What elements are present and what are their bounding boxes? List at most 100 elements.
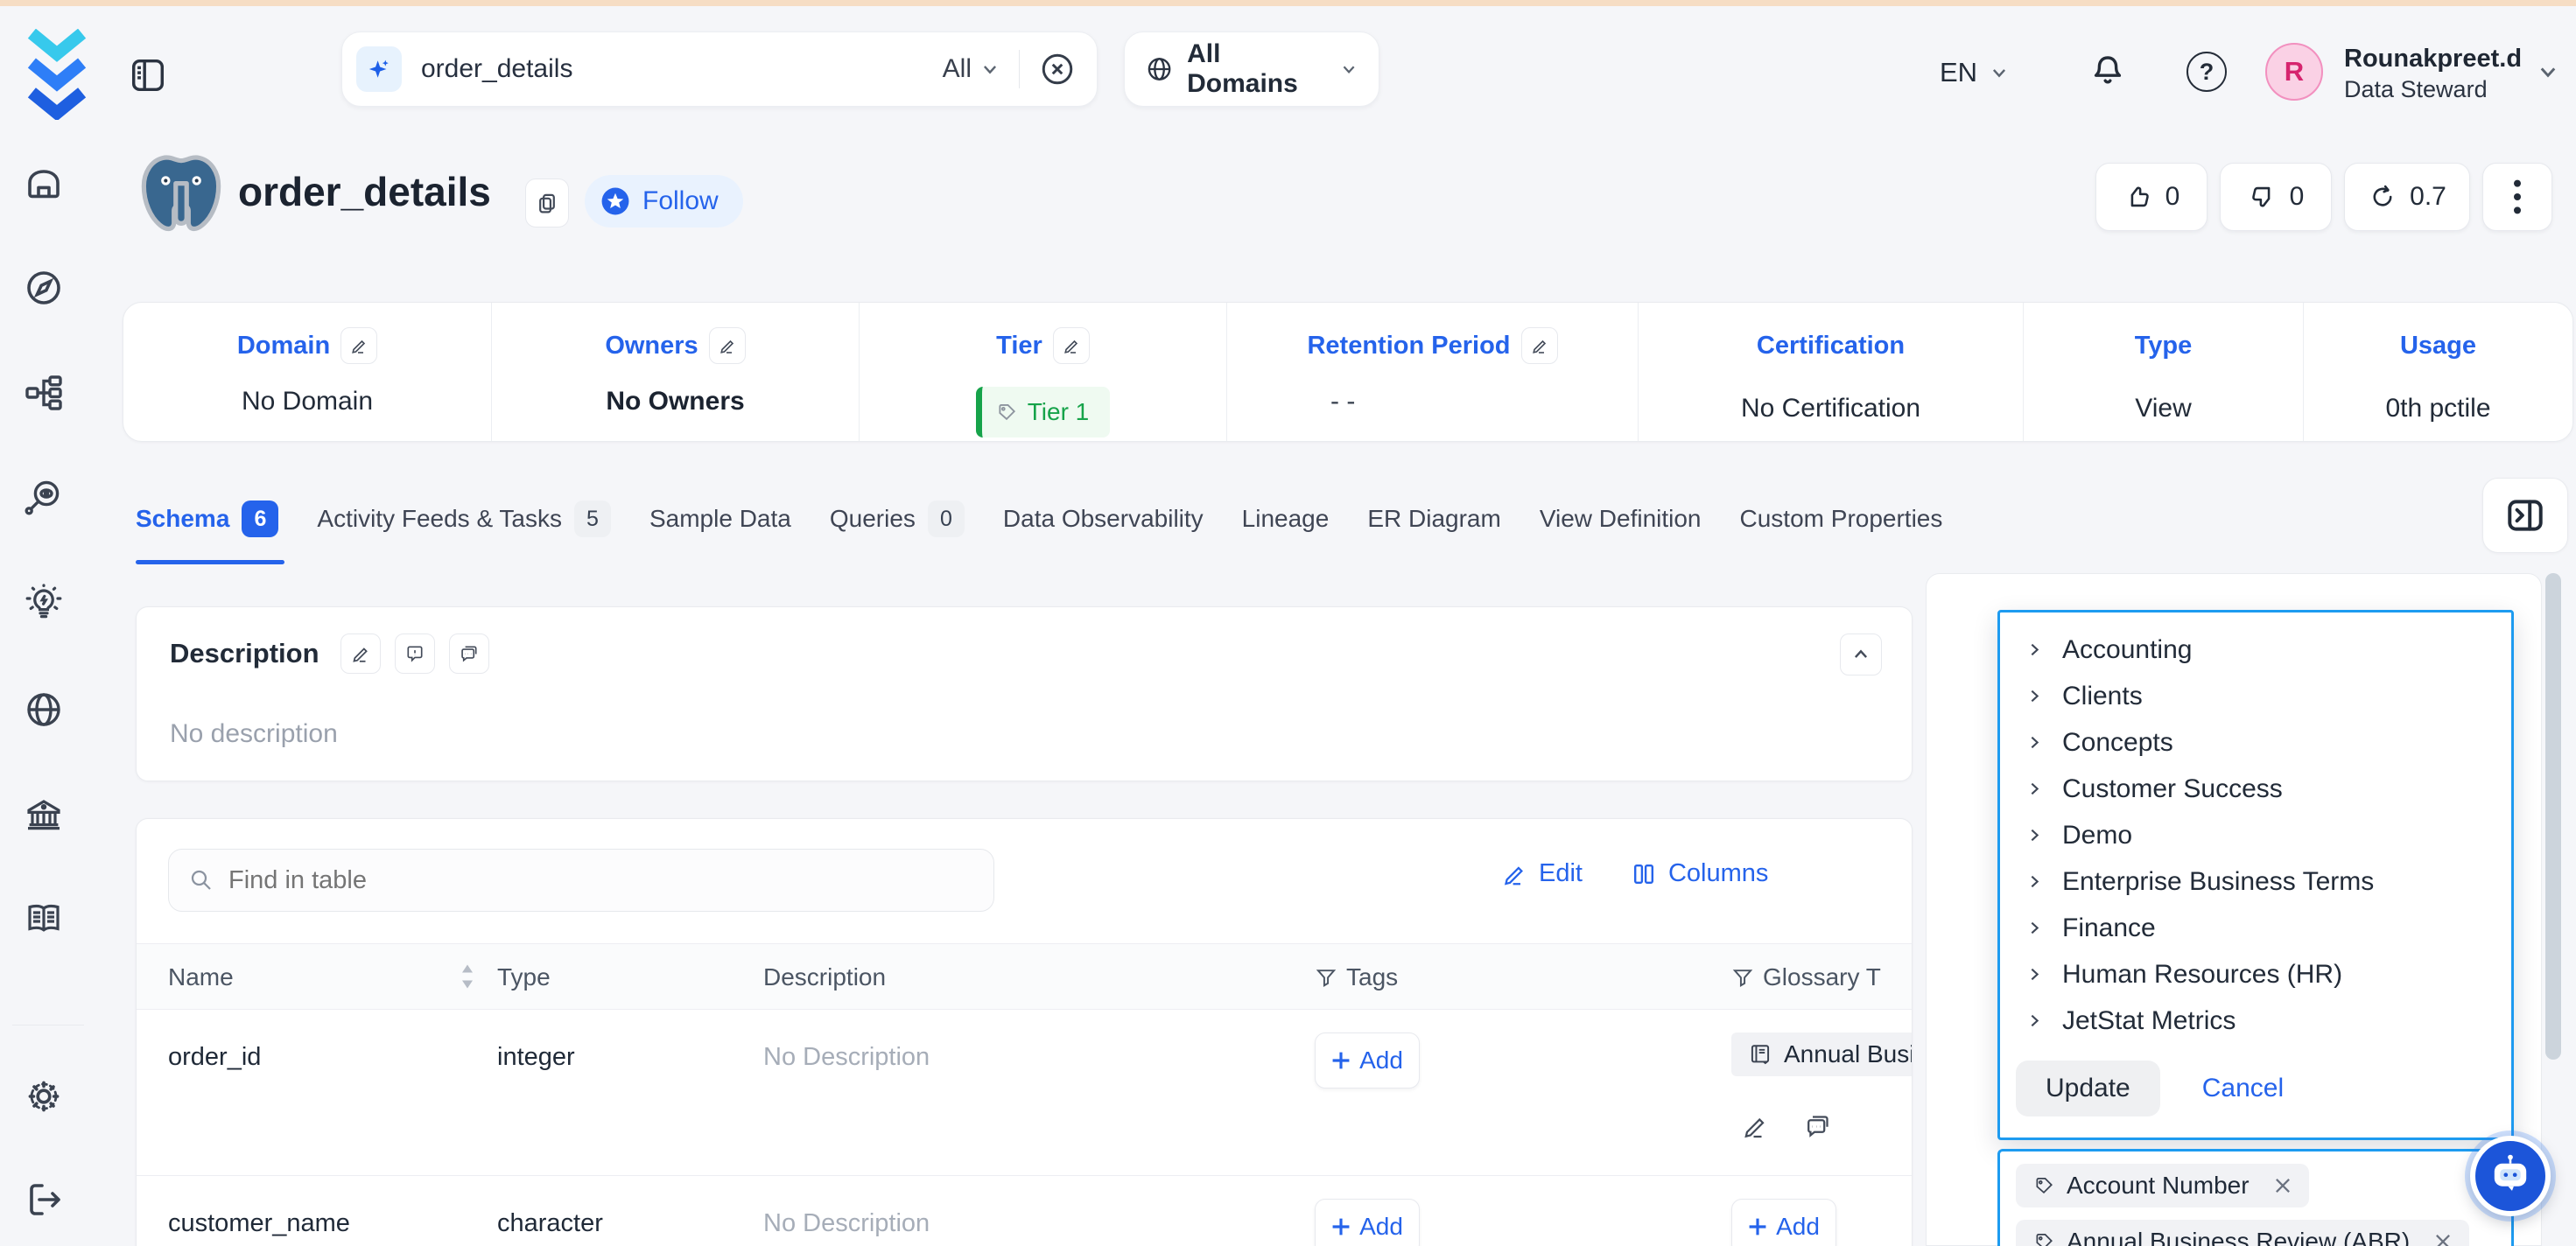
cancel-button[interactable]: Cancel	[2202, 1074, 2284, 1103]
chevron-right-icon	[2026, 873, 2043, 890]
update-button[interactable]: Update	[2016, 1060, 2160, 1116]
popularity-score-button[interactable]: 0.7	[2344, 163, 2470, 231]
collapse-description-button[interactable]	[1840, 634, 1882, 676]
topbar: order_details All All Domains EN ? R Rou…	[0, 6, 2576, 137]
column-header-glossary[interactable]: Glossary T	[1731, 963, 1881, 991]
glossary-node-concepts[interactable]: Concepts	[2000, 719, 2511, 766]
metadata-usage-label[interactable]: Usage	[2400, 332, 2476, 360]
tab-queries[interactable]: Queries 0	[830, 500, 965, 537]
tab-lineage[interactable]: Lineage	[1242, 505, 1330, 533]
table-row[interactable]: order_id integer No Description Add Annu…	[137, 1010, 1913, 1176]
filter-icon[interactable]	[1315, 966, 1337, 989]
edit-cell-icon[interactable]	[1742, 1113, 1768, 1139]
panel-collapse-icon[interactable]	[2503, 494, 2547, 537]
selected-term-chip[interactable]: Annual Business Review (ABR)	[2016, 1220, 2469, 1246]
edit-domain-button[interactable]	[340, 327, 377, 364]
sidebar-item-governance[interactable]	[23, 794, 65, 836]
tab-er-diagram[interactable]: ER Diagram	[1367, 505, 1500, 533]
user-info[interactable]: Rounakpreet.d Data Steward	[2344, 43, 2519, 104]
more-actions-button[interactable]	[2482, 163, 2552, 231]
chevron-right-icon	[2026, 966, 2043, 983]
metadata-owners-label[interactable]: Owners	[605, 332, 698, 360]
glossary-node-clients[interactable]: Clients	[2000, 673, 2511, 719]
sidebar-item-logout[interactable]	[23, 1179, 65, 1221]
glossary-node-customer-success[interactable]: Customer Success	[2000, 766, 2511, 812]
tab-schema[interactable]: Schema 6	[136, 500, 278, 537]
metadata-certification-label[interactable]: Certification	[1757, 332, 1905, 360]
tab-custom-properties[interactable]: Custom Properties	[1740, 505, 1943, 533]
edit-description-button[interactable]	[340, 634, 381, 674]
metadata-owners: Owners No Owners	[491, 303, 859, 441]
glossary-node-demo[interactable]: Demo	[2000, 812, 2511, 858]
glossary-node-accounting[interactable]: Accounting	[2000, 626, 2511, 673]
follow-button[interactable]: Follow	[585, 175, 743, 228]
sidebar-toggle-icon[interactable]	[128, 55, 168, 95]
pencil-icon	[351, 644, 370, 663]
search-query-text[interactable]: order_details	[421, 54, 923, 84]
comment-description-button[interactable]	[395, 634, 435, 674]
atlan-logo[interactable]	[23, 29, 91, 120]
close-icon[interactable]	[2274, 1177, 2292, 1194]
sidebar-item-settings[interactable]	[23, 1075, 65, 1117]
column-header-tags[interactable]: Tags	[1315, 963, 1398, 991]
search-scope-select[interactable]: All	[943, 54, 1000, 84]
avatar[interactable]: R	[2265, 43, 2323, 101]
edit-table-button[interactable]: Edit	[1502, 859, 1583, 888]
add-tag-button[interactable]: Add	[1315, 1199, 1420, 1246]
glossary-node-jetstat-metrics[interactable]: JetStat Metrics	[2000, 998, 2511, 1044]
find-in-table[interactable]	[168, 849, 994, 912]
glossary-node-finance[interactable]: Finance	[2000, 905, 2511, 951]
language-label: EN	[1940, 57, 1977, 88]
tier-chip[interactable]: Tier 1	[976, 387, 1111, 438]
globe-icon	[1146, 54, 1173, 84]
global-search-bar[interactable]: order_details All	[341, 32, 1098, 107]
columns-button[interactable]: Columns	[1632, 859, 1768, 888]
glossary-term-chip[interactable]: Annual Busine	[1731, 1032, 1913, 1076]
metadata-domain-label[interactable]: Domain	[237, 332, 330, 360]
edit-retention-button[interactable]	[1521, 327, 1558, 364]
search-clear-icon[interactable]	[1039, 51, 1076, 88]
edit-owners-button[interactable]	[709, 327, 746, 364]
tab-activity-feeds[interactable]: Activity Feeds & Tasks 5	[317, 500, 611, 537]
domains-dropdown[interactable]: All Domains	[1124, 32, 1379, 107]
downvote-button[interactable]: 0	[2220, 163, 2332, 231]
language-select[interactable]: EN	[1940, 48, 2009, 97]
comment-cell-icon[interactable]	[1805, 1113, 1831, 1139]
glossary-node-enterprise-business-terms[interactable]: Enterprise Business Terms	[2000, 858, 2511, 905]
sidebar-item-glossary[interactable]	[23, 899, 65, 941]
find-in-table-input[interactable]	[228, 866, 929, 895]
column-header-type[interactable]: Type	[497, 963, 551, 991]
chatbot-button[interactable]	[2470, 1136, 2551, 1216]
upvote-button[interactable]: 0	[2095, 163, 2207, 231]
scrollbar-thumb[interactable]	[2545, 573, 2561, 1060]
sidebar-item-web[interactable]	[23, 689, 65, 731]
metadata-tier-label[interactable]: Tier	[996, 332, 1042, 360]
user-menu-chevron-icon[interactable]	[2537, 60, 2559, 83]
sidebar-item-observability[interactable]	[23, 477, 65, 519]
close-icon[interactable]	[2434, 1233, 2452, 1246]
glossary-node-human-resources[interactable]: Human Resources (HR)	[2000, 951, 2511, 998]
sidebar-item-insights[interactable]	[23, 582, 65, 624]
tab-view-definition[interactable]: View Definition	[1540, 505, 1702, 533]
add-glossary-term-button[interactable]: Add	[1731, 1199, 1836, 1246]
filter-icon[interactable]	[1731, 966, 1754, 989]
sidebar-item-home[interactable]	[23, 164, 65, 206]
column-header-description[interactable]: Description	[763, 963, 886, 991]
edit-tier-button[interactable]	[1053, 327, 1090, 364]
table-row[interactable]: customer_name character varying(100) No …	[137, 1176, 1913, 1246]
selected-term-chip[interactable]: Account Number	[2016, 1164, 2309, 1208]
suggestions-button[interactable]	[449, 634, 489, 674]
notifications-bell-icon[interactable]	[2087, 50, 2129, 92]
tab-data-observability[interactable]: Data Observability	[1003, 505, 1204, 533]
sort-icon[interactable]	[460, 963, 474, 990]
column-header-name[interactable]: Name	[168, 963, 234, 991]
help-icon[interactable]: ?	[2186, 52, 2227, 92]
metadata-type-label[interactable]: Type	[2135, 332, 2193, 360]
sidebar-item-products[interactable]	[23, 372, 65, 414]
tab-sample-data[interactable]: Sample Data	[649, 505, 791, 533]
copy-name-button[interactable]	[525, 178, 569, 228]
add-tag-button[interactable]: Add	[1315, 1032, 1420, 1088]
sidebar-item-discover[interactable]	[23, 267, 65, 309]
avatar-initial: R	[2285, 56, 2304, 88]
metadata-retention-label[interactable]: Retention Period	[1307, 332, 1510, 360]
